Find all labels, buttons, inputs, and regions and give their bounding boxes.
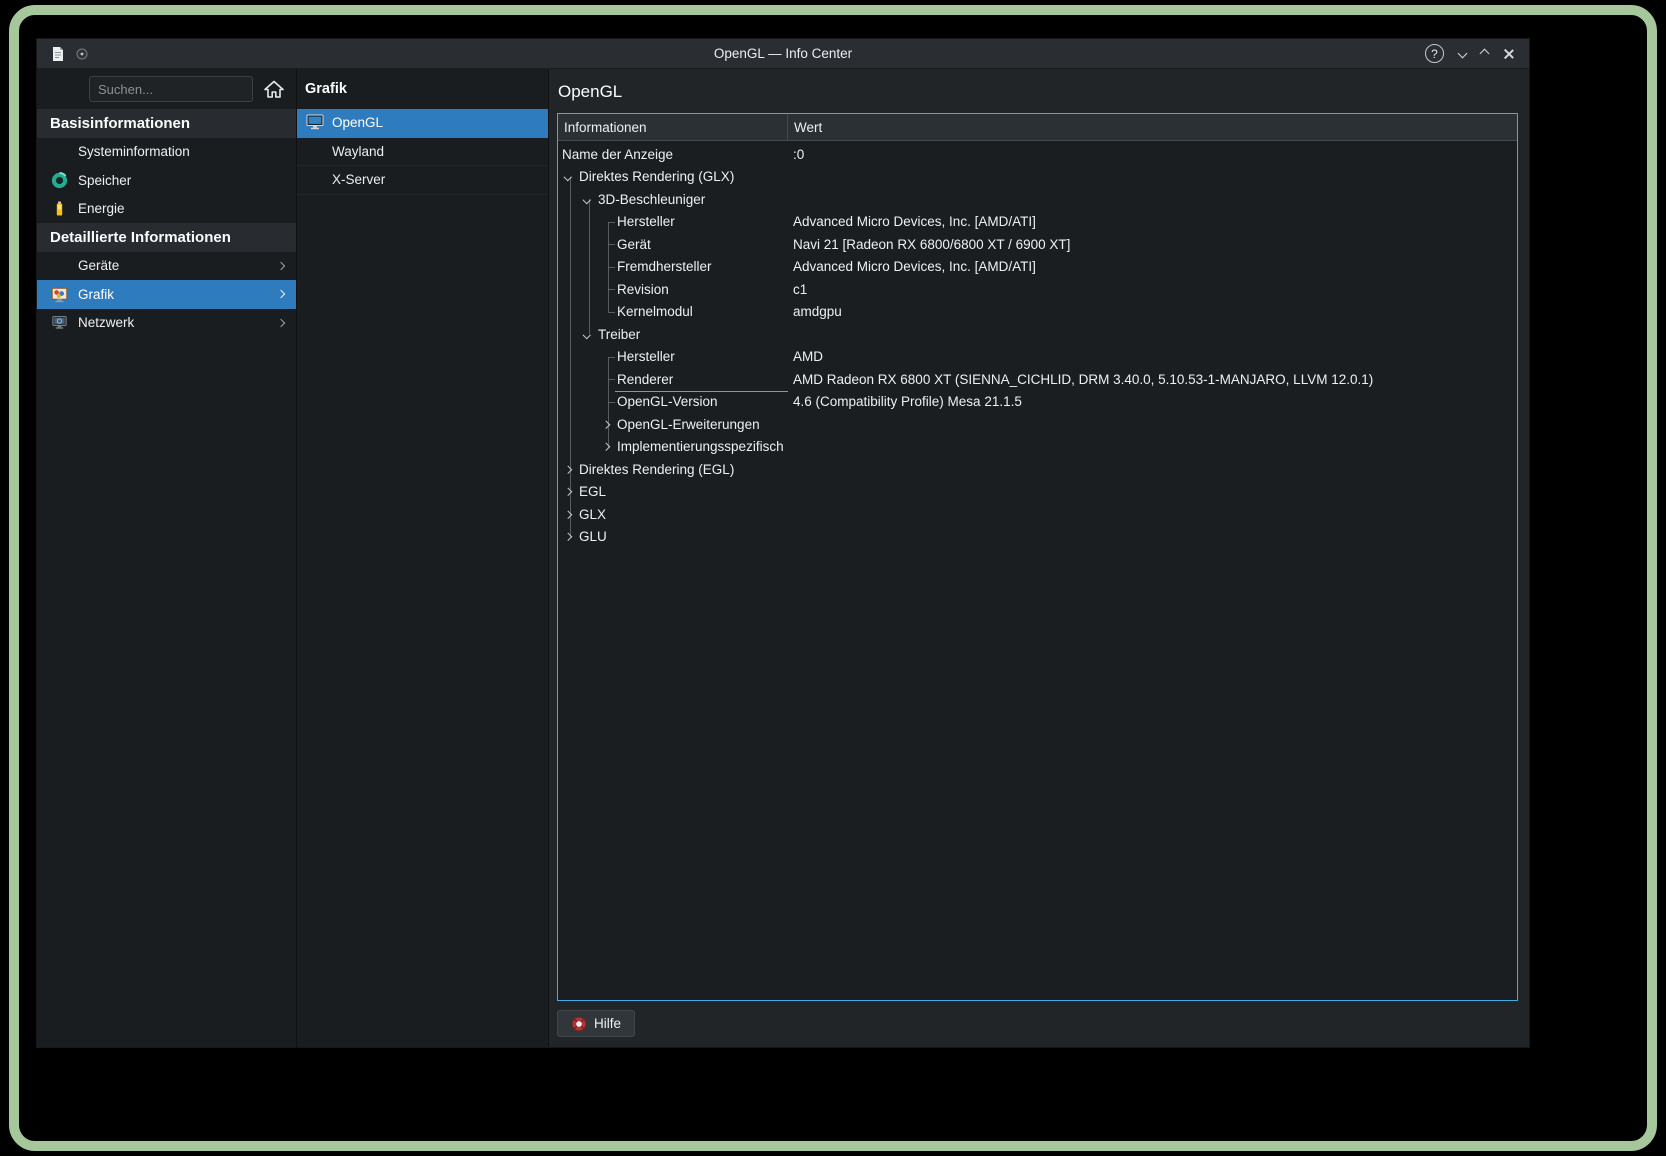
close-button[interactable] bbox=[1503, 48, 1515, 60]
sidebar-item-grafik[interactable]: Grafik bbox=[37, 280, 296, 309]
sidebar-item-speicher[interactable]: Speicher bbox=[37, 166, 296, 195]
sidebar-item-systeminformation[interactable]: Systeminformation bbox=[37, 138, 296, 167]
tree-row[interactable]: OpenGL-Version 4.6 (Compatibility Profil… bbox=[558, 391, 1517, 414]
tree-row[interactable]: Name der Anzeige :0 bbox=[558, 143, 1517, 166]
network-icon bbox=[51, 314, 78, 331]
sidebar: Basisinformationen Systeminformation Spe… bbox=[37, 69, 297, 1047]
category-item-opengl[interactable]: OpenGL bbox=[297, 109, 548, 138]
chevron-right-icon bbox=[277, 319, 285, 327]
tree-row[interactable]: Kernelmodul amdgpu bbox=[558, 301, 1517, 324]
expander-closed-icon[interactable] bbox=[562, 489, 579, 495]
window-title: OpenGL — Info Center bbox=[37, 46, 1529, 61]
memory-icon bbox=[51, 172, 78, 189]
home-icon bbox=[264, 80, 284, 98]
tree-row[interactable]: GLX bbox=[558, 503, 1517, 526]
app-document-icon bbox=[50, 46, 66, 62]
expander-open-icon[interactable] bbox=[562, 174, 579, 180]
screen: OpenGL — Info Center ? Basisinformatione… bbox=[0, 0, 1666, 1156]
search-input[interactable] bbox=[89, 76, 253, 102]
chevron-right-icon bbox=[277, 290, 285, 298]
help-button[interactable]: ? bbox=[1425, 44, 1444, 63]
tree-row[interactable]: 3D-Beschleuniger bbox=[558, 188, 1517, 211]
chevron-up-icon bbox=[1480, 49, 1490, 59]
table-body: Name der Anzeige :0 Direktes Rendering (… bbox=[558, 141, 1517, 1000]
chevron-right-icon bbox=[277, 262, 285, 270]
expander-open-icon[interactable] bbox=[581, 332, 598, 338]
hilfe-button[interactable]: Hilfe bbox=[557, 1010, 635, 1037]
chevron-down-icon bbox=[1458, 49, 1468, 59]
sidebar-section-basic: Basisinformationen bbox=[37, 109, 296, 138]
expander-closed-icon[interactable] bbox=[600, 422, 617, 428]
battery-icon bbox=[51, 200, 78, 217]
sidebar-item-netzwerk[interactable]: Netzwerk bbox=[37, 309, 296, 338]
minimize-button[interactable] bbox=[1459, 50, 1466, 57]
expander-closed-icon[interactable] bbox=[600, 444, 617, 450]
tree-row[interactable]: Direktes Rendering (EGL) bbox=[558, 458, 1517, 481]
tree-row[interactable]: Revision c1 bbox=[558, 278, 1517, 301]
info-center-window: OpenGL — Info Center ? Basisinformatione… bbox=[36, 38, 1530, 1048]
expander-closed-icon[interactable] bbox=[562, 467, 579, 473]
sidebar-empty-area bbox=[37, 337, 296, 1047]
main-panel: OpenGL Informationen Wert bbox=[549, 69, 1529, 1047]
tree-row[interactable]: Hersteller Advanced Micro Devices, Inc. … bbox=[558, 211, 1517, 234]
graphics-icon bbox=[51, 286, 78, 303]
sidebar-toolbar bbox=[37, 69, 296, 109]
category-panel-title: Grafik bbox=[297, 69, 548, 109]
page-title: OpenGL bbox=[557, 69, 1518, 113]
tray-dot-icon[interactable] bbox=[76, 48, 88, 60]
info-tree-table: Informationen Wert Name der Anzeige :0 bbox=[557, 113, 1518, 1001]
titlebar[interactable]: OpenGL — Info Center ? bbox=[37, 39, 1529, 69]
home-button[interactable] bbox=[258, 74, 290, 104]
tree-row[interactable]: Implementierungsspezifisch bbox=[558, 436, 1517, 459]
expander-closed-icon[interactable] bbox=[562, 512, 579, 518]
tree-row[interactable]: OpenGL-Erweiterungen bbox=[558, 413, 1517, 436]
monitor-icon bbox=[306, 114, 332, 131]
category-item-xserver[interactable]: X-Server bbox=[297, 166, 548, 195]
tree-row[interactable]: Fremdhersteller Advanced Micro Devices, … bbox=[558, 256, 1517, 279]
tree-row[interactable]: Gerät Navi 21 [Radeon RX 6800/6800 XT / … bbox=[558, 233, 1517, 256]
close-icon bbox=[1503, 48, 1515, 60]
column-header-wert[interactable]: Wert bbox=[788, 114, 1517, 140]
column-header-informationen[interactable]: Informationen bbox=[558, 114, 788, 140]
expander-open-icon[interactable] bbox=[581, 197, 598, 203]
sidebar-item-energie[interactable]: Energie bbox=[37, 195, 296, 224]
category-item-wayland[interactable]: Wayland bbox=[297, 138, 548, 167]
footer: Hilfe bbox=[557, 1010, 1518, 1037]
expander-closed-icon[interactable] bbox=[562, 534, 579, 540]
tree-row-renderer-current[interactable]: Renderer AMD Radeon RX 6800 XT (SIENNA_C… bbox=[558, 368, 1517, 391]
tree-row[interactable]: Treiber bbox=[558, 323, 1517, 346]
category-panel: Grafik OpenGL Wayland X-Server bbox=[297, 69, 549, 1047]
sidebar-item-geraete[interactable]: Geräte bbox=[37, 252, 296, 281]
tree-row[interactable]: Direktes Rendering (GLX) bbox=[558, 166, 1517, 189]
sidebar-section-detailed: Detaillierte Informationen bbox=[37, 223, 296, 252]
tree-row[interactable]: EGL bbox=[558, 481, 1517, 504]
lifebuoy-help-icon bbox=[571, 1016, 587, 1032]
table-header: Informationen Wert bbox=[558, 114, 1517, 141]
maximize-button[interactable] bbox=[1481, 50, 1488, 57]
tree-row[interactable]: Hersteller AMD bbox=[558, 346, 1517, 369]
tree-row[interactable]: GLU bbox=[558, 526, 1517, 549]
